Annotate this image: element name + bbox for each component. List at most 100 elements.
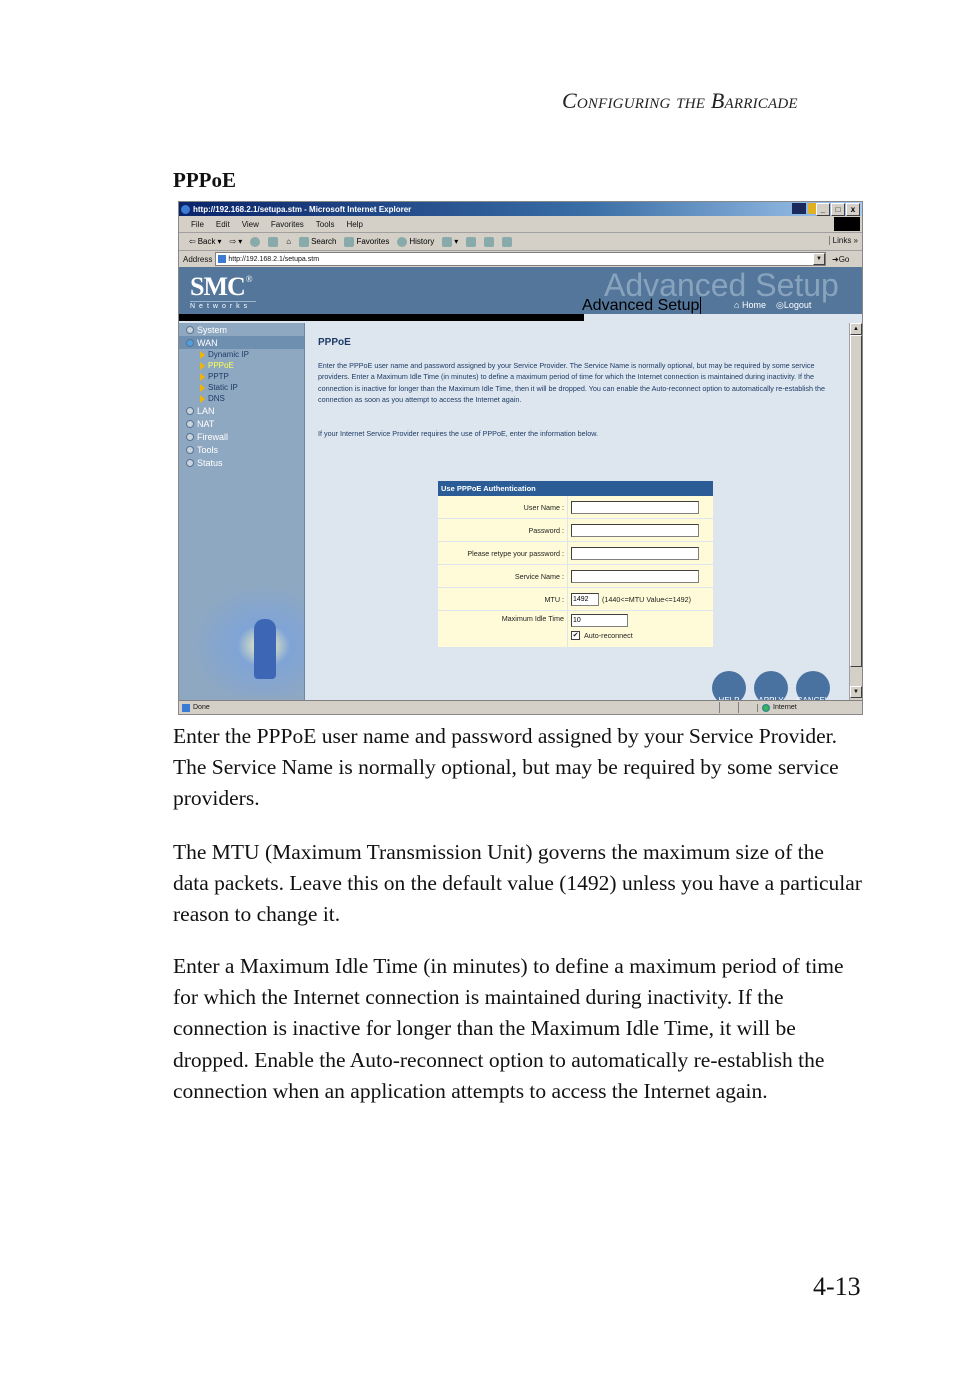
sidebar-item-firewall[interactable]: Firewall [179,430,304,443]
menu-view[interactable]: View [242,220,259,229]
sidebar-subitem-dynamic-ip[interactable]: Dynamic IP [179,349,304,360]
vertical-scrollbar[interactable]: ▲ ▼ [849,323,862,700]
history-icon [397,236,408,247]
service-name-input[interactable] [571,569,699,583]
edit-button[interactable] [484,236,495,247]
address-url: http://192.168.2.1/setupa.stm [228,255,320,263]
arrow-right-icon [200,383,205,392]
bullet-icon [186,445,194,454]
home-link[interactable]: ⌂ Home [734,300,766,311]
scroll-thumb[interactable] [850,335,862,667]
retype-password-input[interactable] [571,546,699,560]
home-button[interactable]: ⌂ [286,237,291,246]
arrow-right-icon [200,372,205,381]
home-label: Home [741,300,766,310]
mtu-label: MTU : [438,588,568,610]
app-banner: SMC® Networks Advanced Setup Advanced Se… [179,267,862,321]
menu-file[interactable]: File [191,220,204,229]
browser-titlebar: http://192.168.2.1/setupa.stm - Microsof… [179,202,862,216]
favorites-label: Favorites [356,237,390,246]
status-text: Done [193,704,210,711]
search-button[interactable]: Search [299,236,337,247]
sidebar-subitem-pppoe[interactable]: PPPoE [179,360,304,371]
menu-tools[interactable]: Tools [316,220,335,229]
go-label: Go [838,254,850,264]
menu-help[interactable]: Help [346,220,362,229]
smc-logo: SMC® [190,272,253,302]
bullet-icon [186,419,194,428]
print-button[interactable] [466,236,477,247]
sidebar-item-nat[interactable]: NAT [179,417,304,430]
search-label: Search [311,237,337,246]
sidebar-label: LAN [197,405,215,416]
ie-icon [181,204,190,214]
address-dropdown-icon[interactable]: ▼ [813,253,825,265]
arrow-right-icon [200,361,205,370]
forward-button[interactable]: ⇨ ▾ [230,237,243,246]
sidebar-item-lan[interactable]: LAN [179,404,304,417]
stop-button[interactable] [250,236,261,247]
menu-edit[interactable]: Edit [216,220,230,229]
refresh-button[interactable] [268,236,279,247]
running-head: Configuring the Barricade [562,88,798,113]
address-bar: Address http://192.168.2.1/setupa.stm ▼ … [179,251,862,268]
back-button[interactable]: ⇦ Back ▾ [189,237,222,246]
status-segment [719,702,738,713]
sidebar-label: System [197,324,228,335]
history-button[interactable]: History [397,236,435,247]
sidebar-photo [189,584,304,696]
bullet-icon [186,338,194,347]
banner-title: Advanced Setup [582,297,702,314]
favorites-button[interactable]: Favorites [344,236,390,247]
retype-password-label: Please retype your password : [438,542,568,564]
service-name-label: Service Name : [438,565,568,587]
internet-zone-icon [762,703,770,712]
sidebar-sublabel: DNS [208,394,225,403]
sidebar-item-wan[interactable]: WAN [179,336,304,349]
links-button[interactable]: Links » [828,236,858,245]
auto-reconnect-checkbox[interactable]: ✔ [571,631,580,640]
minimize-button[interactable]: _ [816,203,830,216]
refresh-icon [268,236,279,247]
mail-button[interactable]: ▾ [442,236,458,247]
links-label: Links [832,236,852,245]
idle-time-label: Maximum Idle Time [438,611,568,647]
page-status-icon [182,703,190,712]
password-input[interactable] [571,523,699,537]
section-heading: PPPoE [173,168,236,192]
mtu-input[interactable] [571,592,599,606]
sidebar-subitem-dns[interactable]: DNS [179,393,304,404]
bullet-icon [186,325,194,334]
sidebar-subitem-static-ip[interactable]: Static IP [179,382,304,393]
sidebar-item-tools[interactable]: Tools [179,443,304,456]
sidebar-label: NAT [197,418,215,429]
address-input[interactable]: http://192.168.2.1/setupa.stm ▼ [215,252,826,266]
close-button[interactable]: x [846,203,860,216]
scroll-down-icon[interactable]: ▼ [850,686,862,698]
logout-link[interactable]: ◎Logout [776,300,811,311]
sidebar-subitem-pptp[interactable]: PPTP [179,371,304,382]
mail-icon [442,236,453,247]
menu-favorites[interactable]: Favorites [271,220,304,229]
idle-time-input[interactable] [571,614,628,627]
isp-note: If your Internet Service Provider requir… [318,429,599,438]
user-name-input[interactable] [571,500,699,514]
scroll-up-icon[interactable]: ▲ [850,323,862,335]
auto-reconnect-option[interactable]: ✔ Auto-reconnect [571,631,633,640]
maximize-button[interactable]: □ [831,203,845,216]
discuss-button[interactable] [502,236,513,247]
go-button[interactable]: ➜Go [832,255,862,264]
sidebar-label: WAN [197,337,218,348]
menu-bar: File Edit View Favorites Tools Help [179,216,862,233]
page-number: 4-13 [813,1272,861,1301]
banner-divider [179,314,584,321]
sidebar-item-system[interactable]: System [179,323,304,336]
sidebar-sublabel: Static IP [208,383,238,392]
auto-reconnect-label: Auto-reconnect [584,631,633,640]
windows-logo-icon [834,217,860,231]
stop-icon [250,236,261,247]
window-title: http://192.168.2.1/setupa.stm - Microsof… [193,204,412,214]
edit-icon [484,236,495,247]
sidebar-item-status[interactable]: Status [179,456,304,469]
history-label: History [409,237,435,246]
